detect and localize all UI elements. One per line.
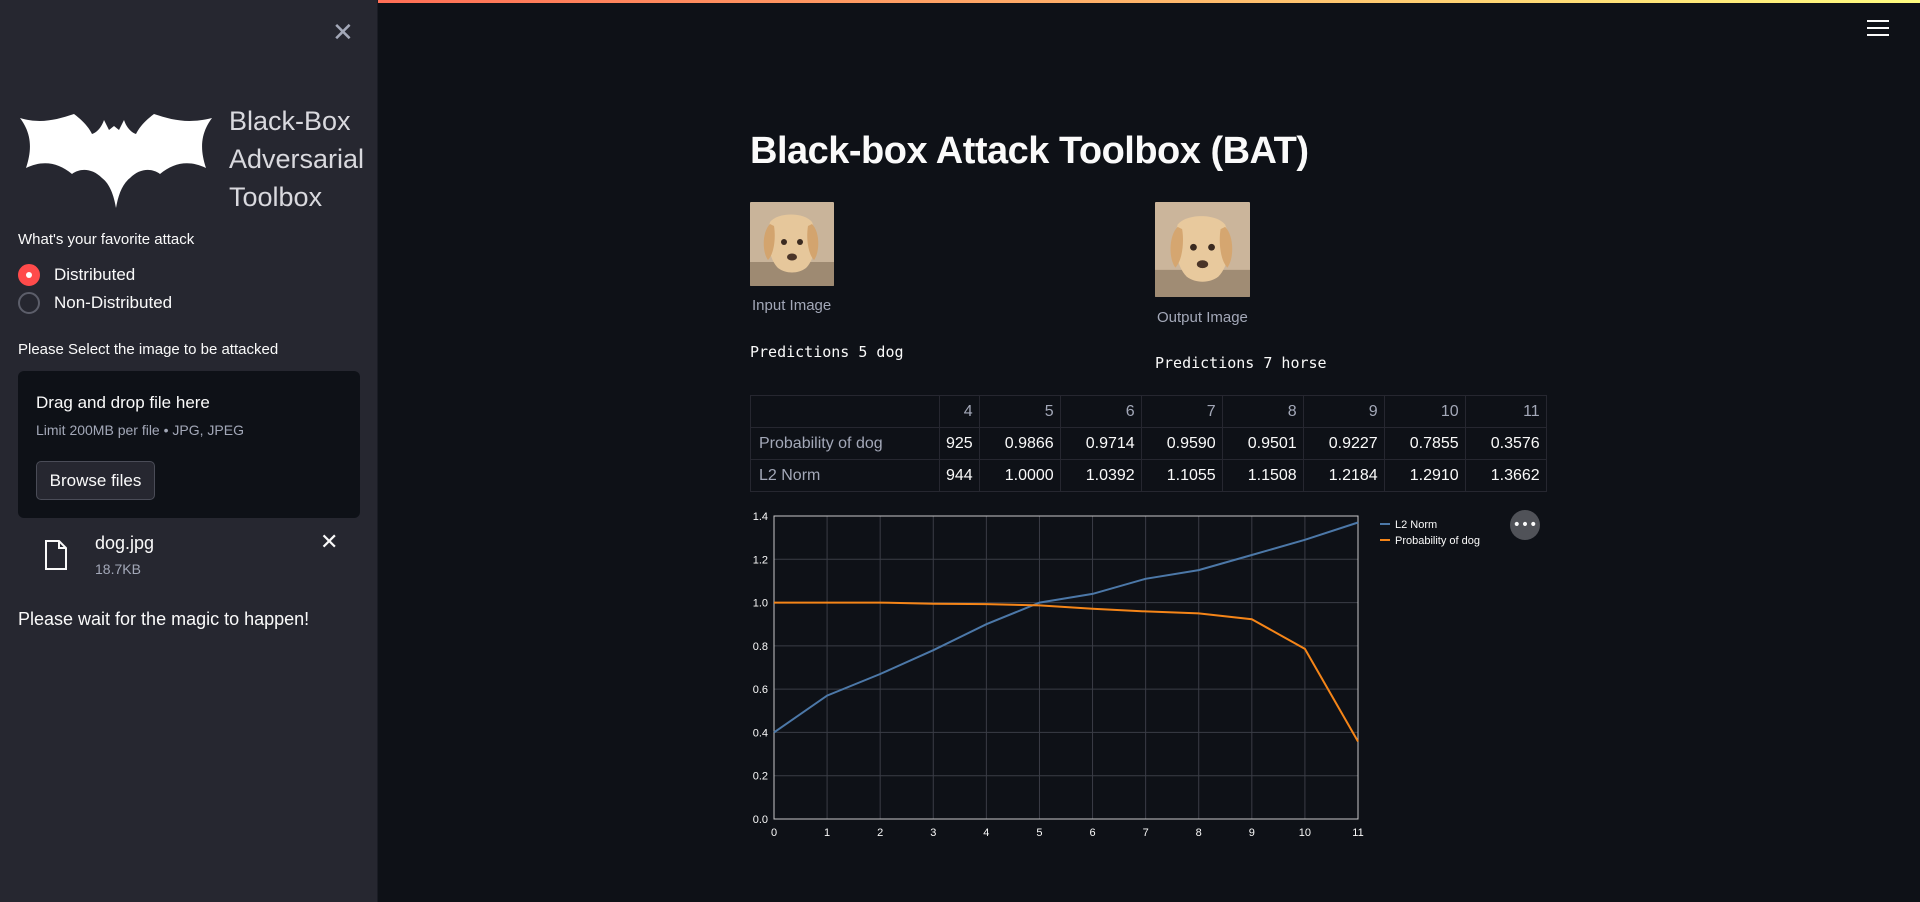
results-table: 4 5 6 7 8 9 10 11 Probability of dog 925… bbox=[750, 395, 1547, 492]
y-tick-label: 1.2 bbox=[753, 554, 768, 566]
input-image-caption: Input Image bbox=[752, 297, 832, 314]
input-prediction-text: Predictions 5 dog bbox=[750, 343, 904, 361]
chart-more-options-button[interactable]: ••• bbox=[1510, 510, 1540, 540]
file-uploader-dropzone[interactable]: Drag and drop file here Limit 200MB per … bbox=[18, 371, 360, 518]
browse-files-button[interactable]: Browse files bbox=[36, 461, 155, 500]
close-sidebar-icon[interactable]: ✕ bbox=[332, 18, 354, 48]
bat-logo-icon bbox=[20, 114, 212, 208]
upload-limit-text: Limit 200MB per file • JPG, JPEG bbox=[36, 422, 244, 438]
x-tick-label: 8 bbox=[1196, 827, 1202, 839]
uploaded-file-size: 18.7KB bbox=[95, 561, 141, 577]
remove-file-icon[interactable]: ✕ bbox=[320, 530, 338, 555]
logo-line: Black-Box bbox=[229, 106, 351, 136]
table-cell: 1.0000 bbox=[978, 459, 1061, 492]
uploaded-file-name: dog.jpg bbox=[95, 533, 155, 553]
table-column-header: 8 bbox=[1221, 395, 1304, 428]
y-tick-label: 0.2 bbox=[753, 771, 768, 783]
table-corner-cell bbox=[750, 395, 940, 428]
output-prediction-text: Predictions 7 horse bbox=[1155, 354, 1327, 372]
table-column-header: 9 bbox=[1302, 395, 1385, 428]
x-tick-label: 10 bbox=[1299, 827, 1311, 839]
page-title: Black-box Attack Toolbox (BAT) bbox=[750, 130, 1309, 172]
output-image-caption: Output Image bbox=[1157, 309, 1248, 326]
output-image bbox=[1155, 202, 1250, 297]
table-cell: 1.2910 bbox=[1383, 459, 1466, 492]
x-tick-label: 4 bbox=[983, 827, 989, 839]
table-row: L2 Norm 944 1.0000 1.0392 1.1055 1.1508 … bbox=[750, 459, 1547, 492]
table-cell: 1.1508 bbox=[1221, 459, 1304, 492]
table-column-header: 7 bbox=[1140, 395, 1223, 428]
y-tick-label: 1.0 bbox=[753, 598, 768, 610]
table-cell: 1.1055 bbox=[1140, 459, 1223, 492]
table-cell: 1.3662 bbox=[1464, 459, 1547, 492]
radio-label: Distributed bbox=[54, 265, 136, 284]
x-tick-label: 7 bbox=[1143, 827, 1149, 839]
y-tick-label: 0.8 bbox=[753, 641, 768, 653]
table-cell: 0.9866 bbox=[978, 427, 1061, 460]
radio-non-distributed[interactable]: Non-Distributed bbox=[18, 292, 172, 314]
table-column-header: 4 bbox=[939, 395, 980, 428]
y-tick-label: 0.6 bbox=[753, 684, 768, 696]
x-tick-label: 1 bbox=[824, 827, 830, 839]
logo-title: Black-Box Adversarial Toolbox bbox=[229, 102, 364, 216]
table-cell: 0.3576 bbox=[1464, 427, 1547, 460]
table-cell: 0.9227 bbox=[1302, 427, 1385, 460]
radio-unselected-icon bbox=[18, 292, 40, 314]
x-tick-label: 9 bbox=[1249, 827, 1255, 839]
x-tick-label: 11 bbox=[1352, 827, 1363, 839]
table-row: Probability of dog 925 0.9866 0.9714 0.9… bbox=[750, 427, 1547, 460]
table-column-header: 11 bbox=[1464, 395, 1547, 428]
row-label: L2 Norm bbox=[750, 459, 940, 492]
logo-line: Toolbox bbox=[229, 182, 323, 212]
table-cell: 0.9501 bbox=[1221, 427, 1304, 460]
radio-selected-icon bbox=[18, 264, 40, 286]
drag-drop-text: Drag and drop file here bbox=[36, 393, 210, 412]
logo-line: Adversarial bbox=[229, 144, 365, 174]
input-image bbox=[750, 202, 834, 286]
x-tick-label: 2 bbox=[877, 827, 883, 839]
table-column-header: 10 bbox=[1383, 395, 1466, 428]
x-tick-label: 0 bbox=[771, 827, 777, 839]
table-cell: 925 bbox=[939, 427, 980, 460]
table-cell: 0.7855 bbox=[1383, 427, 1466, 460]
plot-area bbox=[774, 516, 1358, 819]
table-column-header: 6 bbox=[1059, 395, 1142, 428]
select-image-label: Please Select the image to be attacked bbox=[18, 341, 279, 358]
legend-label: L2 Norm bbox=[1395, 519, 1437, 531]
legend-label: Probability of dog bbox=[1395, 535, 1480, 547]
y-tick-label: 0.4 bbox=[753, 727, 768, 739]
table-cell: 1.0392 bbox=[1059, 459, 1142, 492]
row-label: Probability of dog bbox=[750, 427, 940, 460]
table-cell: 0.9714 bbox=[1059, 427, 1142, 460]
table-column-header: 5 bbox=[978, 395, 1061, 428]
line-chart: 0 1 2 3 4 5 6 7 8 9 10 11 0.0 0.2 0.4 0.6 0.8 1.0 1.2 1.4 L2… bbox=[753, 511, 1480, 839]
radio-label: Non-Distributed bbox=[54, 293, 173, 312]
file-icon bbox=[45, 540, 67, 570]
table-cell: 944 bbox=[939, 459, 980, 492]
x-tick-label: 6 bbox=[1089, 827, 1095, 839]
attack-question-label: What's your favorite attack bbox=[18, 231, 195, 248]
x-tick-label: 5 bbox=[1036, 827, 1042, 839]
y-tick-label: 1.4 bbox=[753, 511, 768, 523]
table-cell: 0.9590 bbox=[1140, 427, 1223, 460]
y-tick-label: 0.0 bbox=[753, 814, 768, 826]
table-cell: 1.2184 bbox=[1302, 459, 1385, 492]
radio-distributed[interactable]: Distributed bbox=[18, 264, 135, 286]
table-header-row: 4 5 6 7 8 9 10 11 bbox=[750, 395, 1547, 428]
x-tick-label: 3 bbox=[930, 827, 936, 839]
status-message: Please wait for the magic to happen! bbox=[18, 609, 310, 629]
main-menu-icon[interactable] bbox=[1867, 20, 1889, 38]
sidebar: ✕ Black-Box Adversarial Toolbox What's y… bbox=[0, 0, 378, 902]
